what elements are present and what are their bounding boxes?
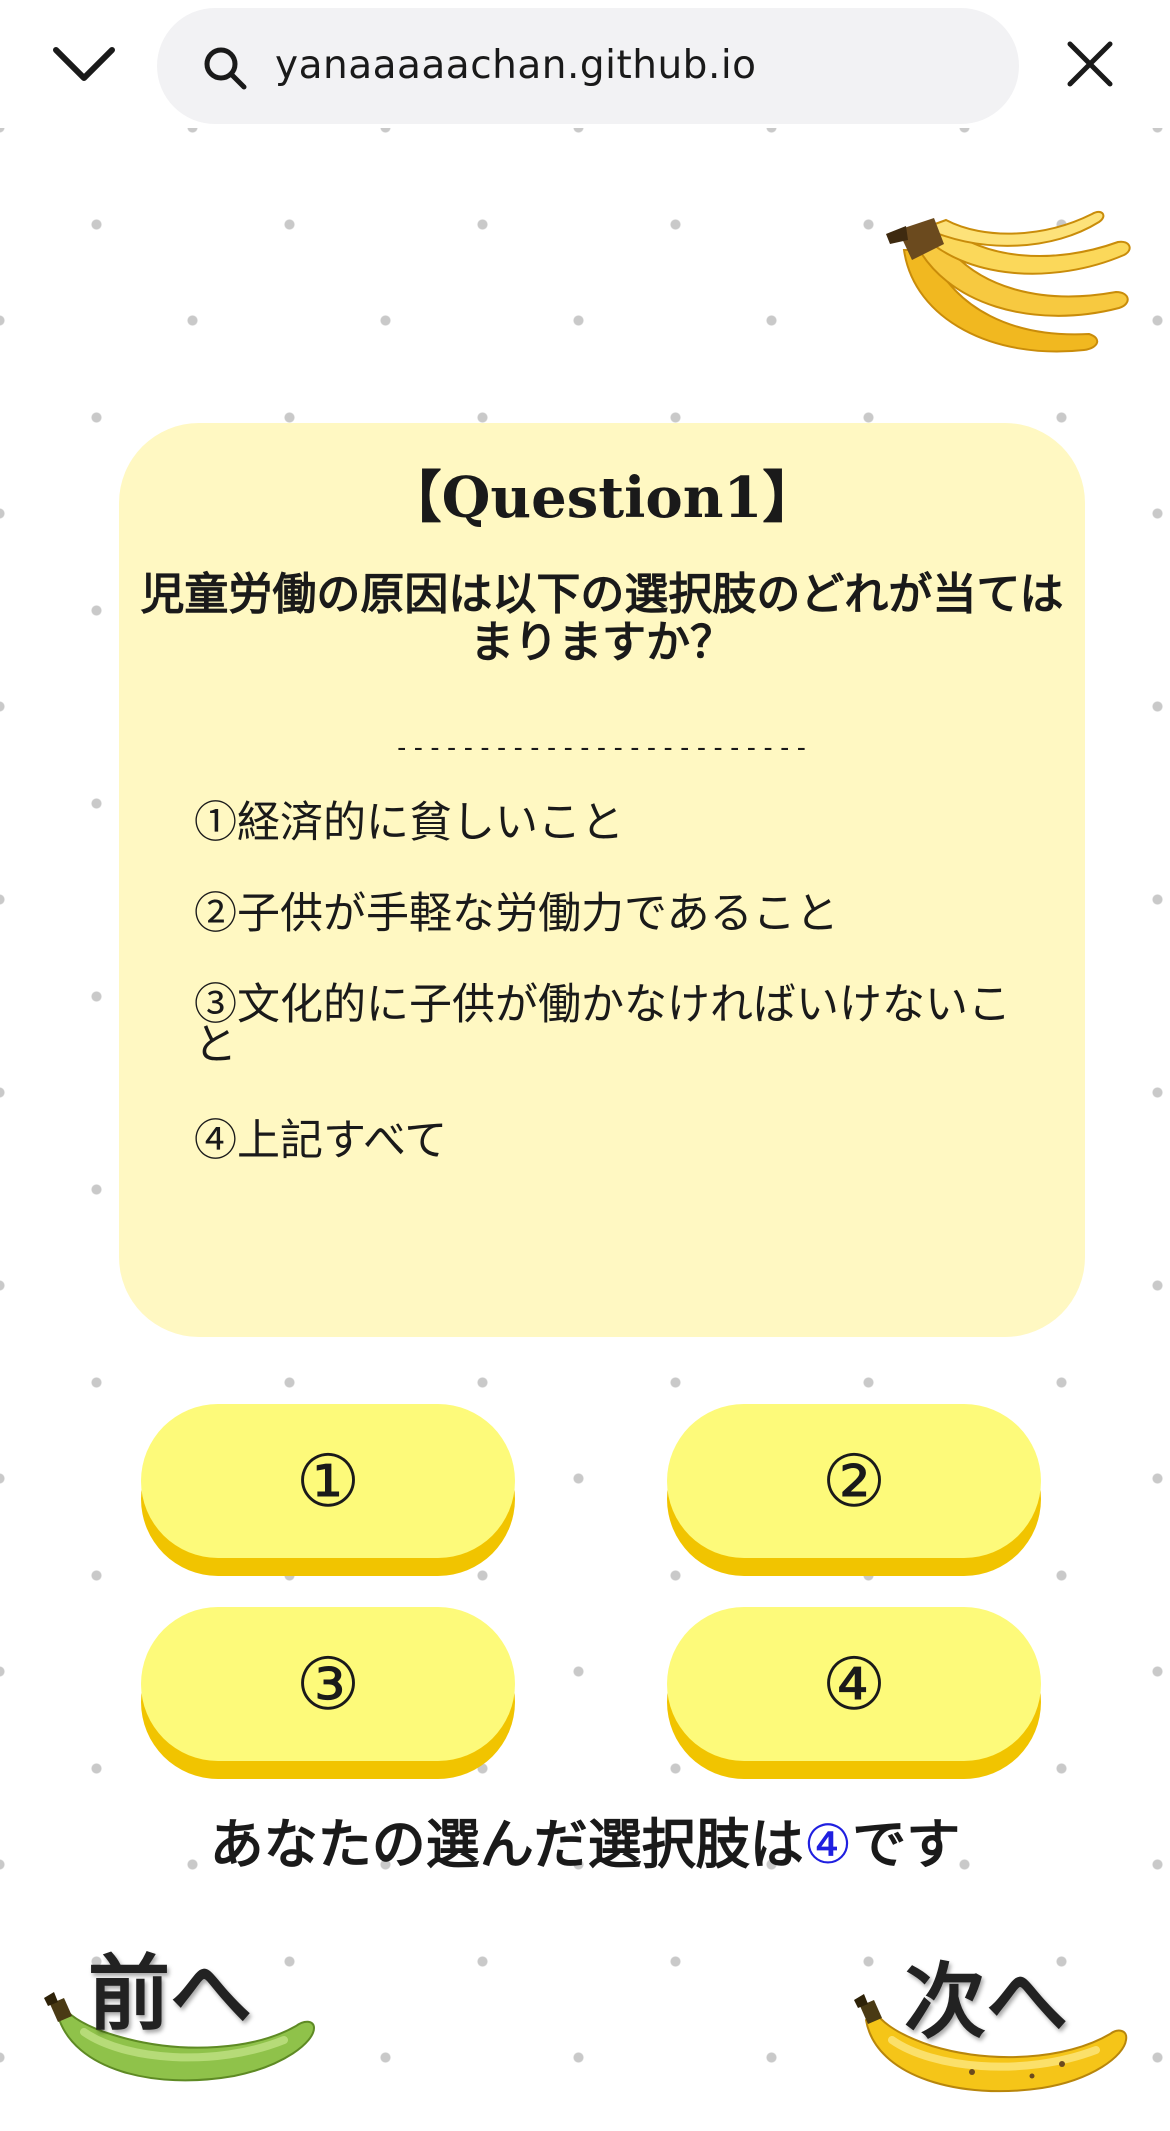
option-3: ③文化的に子供が働かなければいけないこと [194, 980, 1011, 1070]
banana-bunch-illustration [884, 210, 1136, 368]
answer-button-3[interactable]: ③ [141, 1607, 515, 1779]
answer-button-4[interactable]: ④ [667, 1607, 1041, 1779]
url-text: yanaaaaachan.github.io [275, 43, 757, 88]
search-icon [201, 44, 249, 92]
answer-button-2[interactable]: ② [667, 1404, 1041, 1576]
selection-suffix: です [852, 1812, 961, 1876]
option-2: ②子供が手軽な労働力であること [194, 889, 839, 939]
chevron-down-icon[interactable] [48, 38, 120, 90]
prev-label: 前へ [88, 1947, 253, 2042]
selection-prefix: あなたの選んだ選択肢は [209, 1812, 804, 1876]
answer-button-label: ③ [295, 1642, 361, 1726]
answer-button-label: ② [821, 1439, 887, 1523]
separator: ------------------------- [393, 733, 811, 763]
question-card: 【Question1】 児童労働の原因は以下の選択肢のどれが当てはまりますか？ … [119, 423, 1085, 1337]
option-4: ④上記すべて [194, 1116, 448, 1166]
address-bar[interactable]: yanaaaaachan.github.io [157, 8, 1019, 124]
prev-button[interactable]: 前へ [44, 1950, 326, 2090]
answer-button-label: ① [295, 1439, 361, 1523]
next-button[interactable]: 次へ [852, 1955, 1136, 2100]
answer-button-1[interactable]: ① [141, 1404, 515, 1576]
next-label: 次へ [904, 1955, 1069, 2050]
selected-answer-text: あなたの選んだ選択肢は④です [0, 1808, 1170, 1881]
option-1: ①経済的に貧しいこと [194, 798, 624, 848]
selected-value: ④ [803, 1813, 853, 1876]
question-title: 【Question1】 [385, 465, 819, 531]
browser-toolbar: yanaaaaachan.github.io [0, 0, 1170, 128]
close-icon[interactable] [1062, 36, 1118, 92]
question-text: 児童労働の原因は以下の選択肢のどれが当てはまりますか？ [140, 569, 1064, 668]
answer-button-label: ④ [821, 1642, 887, 1726]
